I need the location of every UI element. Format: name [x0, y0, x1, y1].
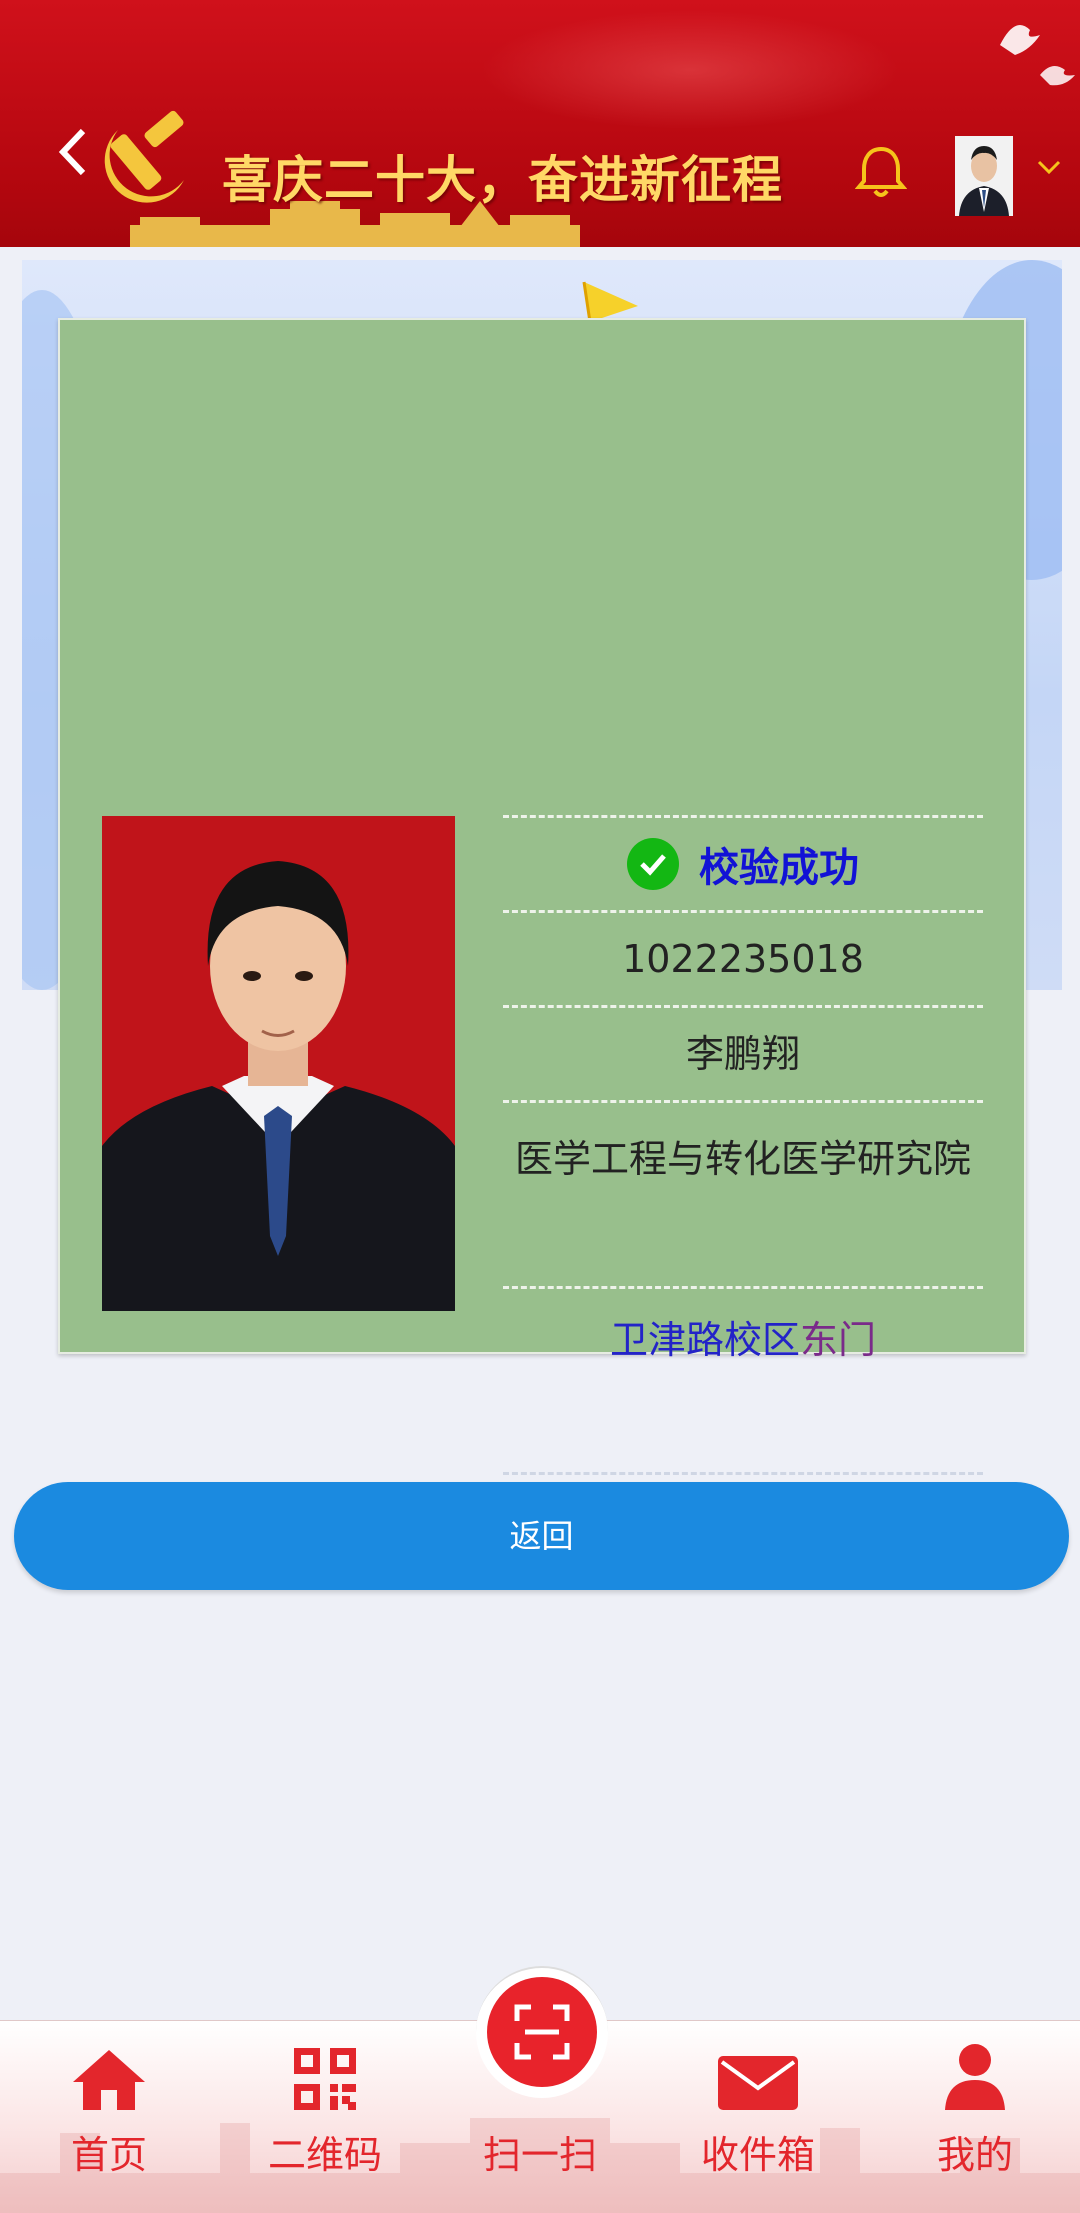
nav-item-home[interactable]: 首页 — [29, 2038, 189, 2179]
nav-item-qr-code[interactable]: 二维码 — [245, 2038, 405, 2179]
header-title: 喜庆二十大，奋进新征程 — [222, 151, 783, 209]
status-text: 校验成功 — [699, 845, 859, 891]
id-photo — [102, 816, 455, 1311]
gate-campus: 卫津路校区 — [609, 1318, 800, 1362]
nav-item-inbox[interactable]: 收件箱 — [678, 2038, 838, 2179]
nav-label: 首页 — [70, 2133, 147, 2177]
nav-label: 收件箱 — [700, 2133, 815, 2177]
nav-item-profile[interactable]: 我的 — [895, 2038, 1055, 2179]
bell-icon[interactable] — [855, 145, 907, 199]
nav-label: 我的 — [936, 2133, 1013, 2177]
mail-icon — [718, 2056, 798, 2110]
person-name: 李鹏翔 — [503, 1005, 983, 1100]
qr-code-icon — [294, 2048, 356, 2110]
divider — [503, 1472, 983, 1476]
dove-icon — [1000, 25, 1075, 86]
check-circle-icon — [627, 838, 679, 890]
party-emblem-icon — [104, 110, 184, 203]
back-icon — [58, 128, 86, 176]
header-banner: 喜庆二十大，奋进新征程 — [0, 0, 1080, 247]
gate-location: 卫津路校区东门 — [503, 1286, 983, 1472]
nav-label: 扫一扫 — [482, 2133, 597, 2177]
home-icon — [73, 2050, 145, 2110]
id-number: 1022235018 — [503, 910, 983, 1005]
verification-details: 校验成功 1022235018 李鹏翔 医学工程与转化医学研究院 卫津路校区东门 — [503, 815, 983, 1476]
avatar[interactable] — [955, 136, 1013, 216]
nav-label: 二维码 — [267, 2133, 382, 2177]
gate-door: 东门 — [800, 1318, 877, 1362]
chevron-down-icon[interactable] — [1036, 158, 1062, 176]
user-icon — [945, 2044, 1005, 2110]
nav-item-scan[interactable]: 扫一扫 — [460, 2038, 620, 2179]
header-glow — [480, 10, 900, 130]
return-button[interactable]: 返回 — [14, 1482, 1069, 1590]
status-row: 校验成功 — [503, 815, 983, 910]
department: 医学工程与转化医学研究院 — [503, 1100, 983, 1286]
